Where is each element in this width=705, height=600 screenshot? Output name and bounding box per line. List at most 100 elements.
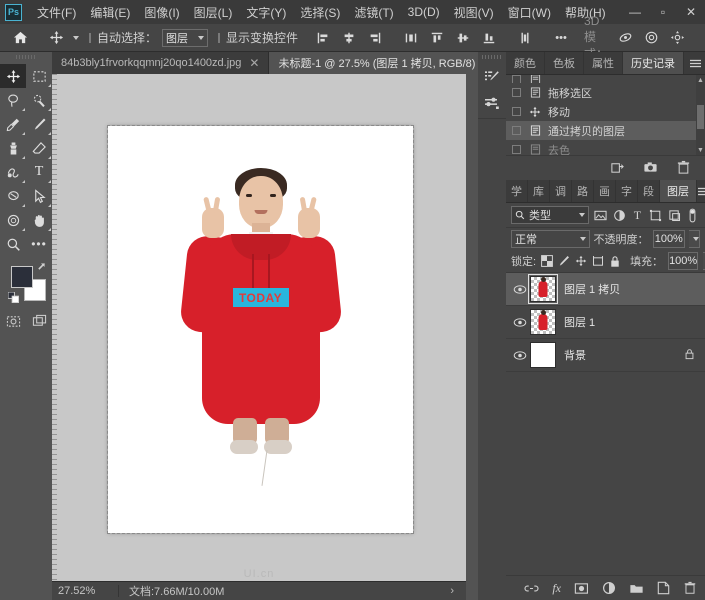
blend-mode-dropdown[interactable]: 正常 — [511, 230, 590, 248]
zoom-tool[interactable] — [0, 232, 26, 256]
search-icon[interactable] — [700, 27, 705, 49]
lock-transparent-pixels-icon[interactable] — [541, 254, 553, 268]
menu-view[interactable]: 视图(V) — [447, 1, 501, 24]
history-item-partial[interactable] — [506, 75, 705, 83]
align-horizontal-center-icon[interactable] — [336, 27, 362, 49]
history-scrollbar[interactable]: ▲ ▼ — [696, 75, 705, 155]
link-layers-icon[interactable] — [524, 582, 539, 595]
foreground-color-swatch[interactable] — [11, 266, 33, 288]
brush-presets-icon[interactable] — [478, 64, 506, 90]
tab-history[interactable]: 历史记录 — [623, 52, 684, 74]
eyedropper-tool[interactable] — [0, 112, 26, 136]
roll-3d-icon[interactable] — [638, 27, 664, 49]
screen-mode-icon[interactable] — [29, 312, 49, 330]
filter-adjustment-icon[interactable] — [612, 209, 626, 222]
filter-pixel-icon[interactable] — [593, 209, 607, 222]
type-tool[interactable]: T — [26, 160, 52, 184]
lock-artboard-icon[interactable] — [592, 254, 604, 268]
align-top-icon[interactable] — [424, 27, 450, 49]
filter-smart-object-icon[interactable] — [667, 209, 681, 222]
document-tab-1[interactable]: 84b3bly1frvorkqqmnj20qo1400zd.jpg ✕ — [52, 52, 269, 74]
tab-layers[interactable]: 图层 — [660, 180, 697, 202]
tools-panel-grip[interactable] — [0, 52, 52, 62]
distribute-vertical-icon[interactable] — [512, 27, 538, 49]
menu-image[interactable]: 图像(I) — [137, 1, 186, 24]
layer-style-icon[interactable]: fx — [552, 581, 561, 596]
more-options-icon[interactable]: ••• — [548, 27, 574, 49]
tab-swatches[interactable]: 色板 — [545, 52, 584, 74]
auto-select-scope-dropdown[interactable]: 图层 — [162, 29, 208, 47]
align-left-icon[interactable] — [310, 27, 336, 49]
edit-toolbar-tool[interactable]: ••• — [26, 232, 52, 256]
maximize-button[interactable]: ▫ — [649, 0, 677, 24]
layer-name[interactable]: 图层 1 — [564, 314, 705, 330]
history-item-move[interactable]: 移动 — [506, 102, 705, 121]
default-colors-icon[interactable] — [8, 292, 19, 306]
collapsed-dock-grip[interactable] — [478, 52, 506, 62]
new-group-icon[interactable] — [629, 582, 644, 595]
pen-tool[interactable] — [0, 184, 26, 208]
menu-type[interactable]: 文字(Y) — [239, 1, 293, 24]
layer-thumbnail[interactable] — [530, 342, 556, 368]
history-source-checkbox[interactable] — [512, 88, 521, 97]
filter-toggle-icon[interactable] — [686, 208, 700, 223]
tab-color[interactable]: 颜色 — [506, 52, 545, 74]
history-source-checkbox[interactable] — [512, 75, 521, 83]
orbit-3d-icon[interactable] — [612, 27, 638, 49]
eraser-tool[interactable] — [26, 136, 52, 160]
distribute-horizontal-icon[interactable] — [398, 27, 424, 49]
delete-state-icon[interactable] — [676, 160, 691, 175]
layer-row-base[interactable]: 图层 1 — [506, 306, 705, 339]
menu-filter[interactable]: 滤镜(T) — [347, 1, 400, 24]
menu-layer[interactable]: 图层(L) — [187, 1, 240, 24]
layer-row-copy[interactable]: 图层 1 拷贝 — [506, 273, 705, 306]
history-source-checkbox[interactable] — [512, 145, 521, 154]
new-fill-adjustment-icon[interactable] — [602, 581, 616, 595]
healing-brush-tool[interactable] — [26, 112, 52, 136]
layer-thumbnail[interactable] — [530, 276, 556, 302]
tab-libraries[interactable]: 库 — [528, 180, 550, 202]
tab-properties[interactable]: 属性 — [584, 52, 623, 74]
lock-all-icon[interactable] — [609, 254, 621, 268]
status-expand-icon[interactable]: › — [450, 585, 466, 597]
fill-value[interactable]: 100% — [668, 252, 698, 270]
layer-mask-icon[interactable] — [574, 582, 589, 595]
path-selection-tool[interactable] — [26, 184, 52, 208]
move-tool[interactable] — [0, 64, 26, 88]
history-item-drag-selection[interactable]: 拖移选区 — [506, 83, 705, 102]
tab-paragraph[interactable]: 段 — [638, 180, 660, 202]
canvas-area[interactable]: TODAY UI.cn — [52, 74, 466, 582]
layer-name[interactable]: 图层 1 拷贝 — [564, 281, 705, 297]
document-canvas[interactable]: TODAY — [108, 126, 413, 533]
panel-menu-icon[interactable] — [685, 52, 705, 74]
move-tool-icon[interactable] — [43, 27, 69, 49]
scroll-up-icon[interactable]: ▲ — [697, 76, 704, 84]
history-item-layer-via-copy[interactable]: 通过拷贝的图层 — [506, 121, 705, 140]
zoom-level[interactable]: 27.52% — [52, 585, 118, 597]
close-button[interactable]: ✕ — [677, 0, 705, 24]
minimize-button[interactable]: — — [621, 0, 649, 24]
menu-select[interactable]: 选择(S) — [293, 1, 347, 24]
tool-preset-chevron-down-icon[interactable] — [73, 36, 79, 40]
menu-3d[interactable]: 3D(D) — [401, 2, 447, 22]
history-source-checkbox[interactable] — [512, 126, 521, 135]
opacity-stepper[interactable] — [689, 230, 700, 248]
clone-stamp-tool[interactable] — [0, 136, 26, 160]
new-layer-icon[interactable] — [657, 581, 670, 595]
blur-tool[interactable] — [0, 208, 26, 232]
opacity-value[interactable]: 100% — [653, 230, 685, 248]
tab-adjustments[interactable]: 调 — [550, 180, 572, 202]
lock-image-pixels-icon[interactable] — [558, 254, 570, 268]
swap-colors-icon[interactable] — [36, 262, 47, 276]
layer-visibility-icon[interactable] — [510, 350, 530, 361]
auto-select-checkbox[interactable] — [89, 33, 91, 43]
menu-window[interactable]: 窗口(W) — [501, 1, 558, 24]
create-document-from-state-icon[interactable] — [610, 160, 625, 175]
history-scrollbar-thumb[interactable] — [697, 105, 704, 129]
align-right-icon[interactable] — [362, 27, 388, 49]
quick-mask-icon[interactable] — [3, 312, 23, 330]
close-icon[interactable]: ✕ — [249, 56, 259, 70]
panel-menu-icon[interactable] — [697, 180, 705, 202]
layer-thumbnail[interactable] — [530, 309, 556, 335]
home-icon[interactable] — [7, 27, 33, 49]
